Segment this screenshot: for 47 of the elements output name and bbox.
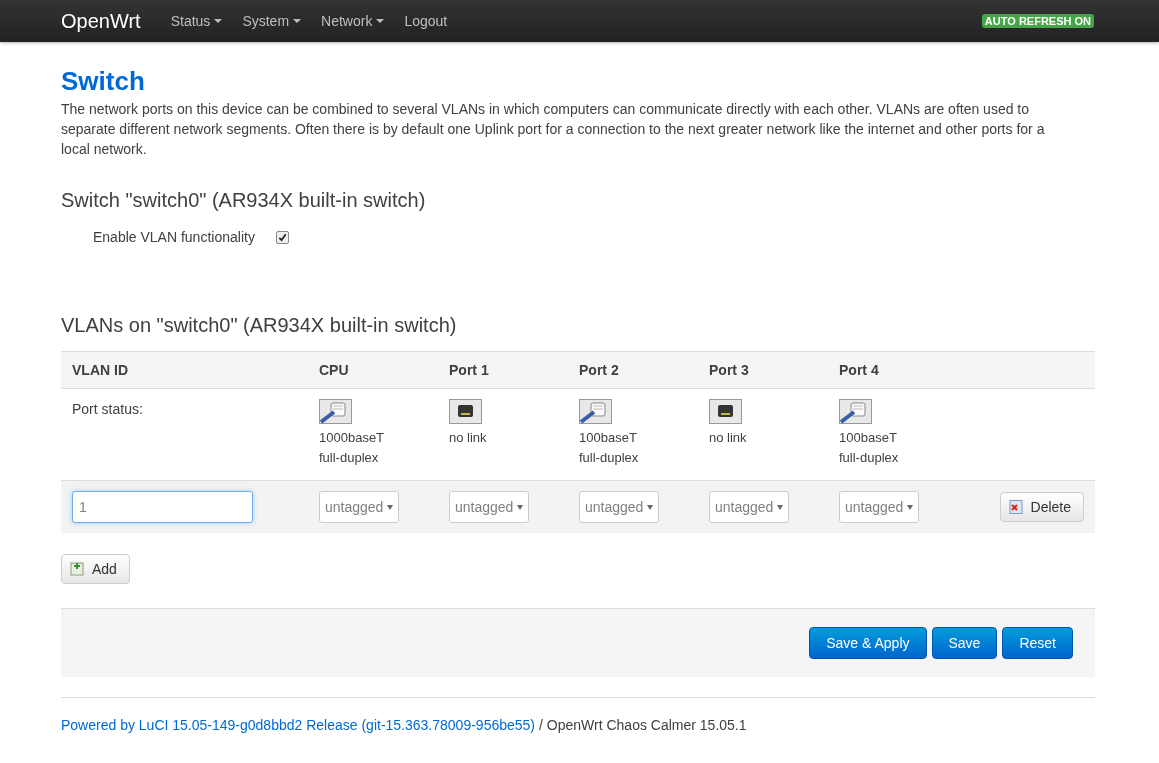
page-description: The network ports on this device can be combined to several VLANs in which computers can communicate directly with each other. VLANs are often used to separate different network segments. Often there is by default one Uplink port for a connection to the next greater network like the internet and other ports for a local network. [61,100,1046,159]
network-cable-icon [319,399,352,424]
port-speed: 100baseT [579,429,637,447]
ethernet-port-icon [449,399,482,424]
action-button[interactable]: Save & Apply [809,627,927,659]
section-title: VLANs on "switch0" (AR934X built-in switch) [61,314,458,337]
menu-item[interactable]: Logout [394,13,458,29]
port-speed: no link [709,429,747,447]
action-button[interactable]: Reset [1002,627,1073,659]
tag-dropdown[interactable]: untagged [449,491,530,523]
action-button[interactable]: Save [931,627,998,659]
tag-dropdown[interactable]: untagged [709,491,790,523]
ethernet-port-icon [709,399,742,424]
row-label: Port status: [71,400,144,419]
port-speed: 100baseT [839,429,897,447]
vlan-id-field[interactable]: 1 [72,491,253,523]
port-speed: no link [449,429,487,447]
network-cable-icon [839,399,872,424]
column-header: Port 1 [448,362,490,378]
menu-item[interactable]: Status [160,13,233,29]
footer-text: / OpenWrt Chaos Calmer 15.05.1 [539,717,747,733]
option-label: Enable VLAN functionality [93,229,255,245]
column-header: VLAN ID [71,362,129,378]
menu-item[interactable]: Network [311,13,395,29]
port-duplex: full-duplex [839,449,899,467]
port-speed: 1000baseT [319,429,385,447]
network-cable-icon [579,399,612,424]
add-icon [70,562,84,576]
tag-dropdown[interactable]: untagged [579,491,660,523]
column-header: Port 2 [578,362,620,378]
column-header: Port 4 [838,362,880,378]
page-title: Switch [61,66,146,97]
checkbox[interactable] [275,230,289,244]
port-duplex: full-duplex [319,449,379,467]
column-header: Port 3 [708,362,750,378]
delete-icon [1008,500,1023,514]
menu-item[interactable]: System [232,13,312,29]
tag-dropdown[interactable]: untagged [839,491,920,523]
delete-button[interactable]: Delete [999,492,1084,522]
auto-refresh-badge[interactable]: AUTO REFRESH ON [981,14,1094,28]
add-button[interactable]: Add [61,554,130,584]
section-title: Switch "switch0" (AR934X built-in switch) [61,189,427,212]
column-header: CPU [318,362,350,378]
luci-link[interactable]: Powered by LuCI 15.05-149-g0d8bbd2 Release (git-15.363.78009-956be55) [61,717,535,733]
port-duplex: full-duplex [579,449,639,467]
brand-logo[interactable]: OpenWrt [61,9,141,33]
tag-dropdown[interactable]: untagged [319,491,400,523]
